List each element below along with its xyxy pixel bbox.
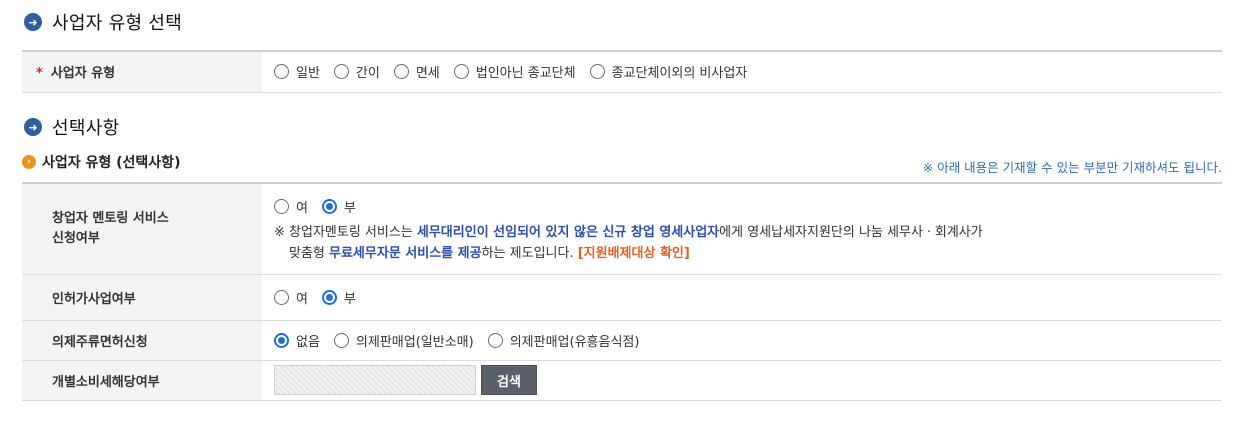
radio-circle[interactable]: [274, 199, 289, 215]
radio-business-religious-nonprofit[interactable]: 법인아닌 종교단체: [453, 62, 576, 82]
radio-circle[interactable]: [453, 64, 469, 80]
note-highlight: 무료세무자문 서비스를 제공: [329, 246, 482, 262]
note-text: 에게 영세납세자지원단의 나눔 세무사ㆍ회계사가: [719, 225, 983, 241]
required-mark: *: [36, 66, 43, 82]
business-type-options-cell: 일반 간이 면세 법인아닌 종교단체 종교단체이외의 비사업자: [262, 51, 1222, 93]
section-title-optional: ➜ 선택사항: [24, 115, 119, 139]
section-title-business-type: ➜ 사업자 유형 선택: [24, 10, 182, 34]
liquor-label-cell: 의제주류면허신청: [22, 320, 262, 361]
radio-circle[interactable]: [321, 289, 337, 305]
arrow-right-circle-icon: ➜: [24, 118, 42, 136]
note-text: 맞춤형: [289, 246, 330, 262]
consumption-tax-label: 개별소비세해당여부: [52, 374, 160, 390]
radio-label: 간이: [355, 66, 380, 82]
liquor-label: 의제주류면허신청: [52, 334, 148, 350]
radio-circle[interactable]: [274, 289, 289, 305]
radio-label: 여: [296, 291, 308, 307]
radio-label: 의제판매업(일반소매): [355, 334, 474, 350]
mentoring-label-line1: 창업자 멘토링 서비스: [52, 210, 169, 226]
mentoring-label-line2: 신청여부: [52, 230, 100, 246]
sub-title-text: 사업자 유형 (선택사항): [42, 155, 181, 171]
radio-mentoring-yes[interactable]: 여: [274, 197, 308, 216]
note-highlight: 세무대리인이 선임되어 있지 않은 신규 창업 영세사업자: [416, 225, 720, 241]
radio-circle[interactable]: [274, 332, 289, 348]
note-text: ※ 창업자멘토링 서비스는: [274, 225, 417, 241]
radio-label: 법인아닌 종교단체: [475, 66, 576, 82]
radio-circle[interactable]: [393, 64, 409, 80]
radio-circle[interactable]: [274, 64, 289, 80]
radio-liquor-none[interactable]: 없음: [274, 331, 320, 350]
license-value-cell: 여 부: [262, 274, 1222, 321]
radio-liquor-entertainment[interactable]: 의제판매업(유흥음식점): [487, 331, 640, 350]
business-type-label-cell: * 사업자 유형: [22, 51, 262, 93]
consumption-tax-value-cell: 검색: [262, 360, 1222, 401]
license-label: 인허가사업여부: [52, 291, 136, 307]
note-text: 하는 제도입니다.: [481, 246, 578, 262]
consumption-tax-label-cell: 개별소비세해당여부: [22, 360, 262, 401]
mentoring-note: ※ 창업자멘토링 서비스는 세무대리인이 선임되어 있지 않은 신규 창업 영세…: [274, 222, 1222, 264]
radio-circle[interactable]: [333, 332, 349, 348]
exclusion-check-link[interactable]: [지원배제대상 확인]: [578, 246, 690, 261]
radio-label: 부: [343, 291, 356, 307]
radio-license-no[interactable]: 부: [321, 288, 356, 307]
mentoring-value-cell: 여 부 ※ 창업자멘토링 서비스는 세무대리인이 선임되어 있지 않은 신규 창…: [262, 183, 1222, 275]
radio-circle[interactable]: [589, 64, 605, 80]
section-title-text: 선택사항: [52, 118, 120, 139]
arrow-right-circle-icon: ➜: [24, 13, 42, 31]
liquor-radio-group: 없음 의제판매업(일반소매) 의제판매업(유흥음식점): [274, 331, 1222, 350]
sub-title: › 사업자 유형 (선택사항): [22, 152, 180, 172]
business-type-table: * 사업자 유형 일반 간이 면세 법인아닌 종교단체 종교단체이외의 비사업자: [22, 50, 1222, 93]
business-type-radio-group: 일반 간이 면세 법인아닌 종교단체 종교단체이외의 비사업자: [274, 62, 1222, 81]
liquor-value-cell: 없음 의제판매업(일반소매) 의제판매업(유흥음식점): [262, 320, 1222, 361]
radio-circle[interactable]: [487, 332, 503, 348]
mentoring-note-line2: 맞춤형 무료세무자문 서비스를 제공하는 제도입니다. [지원배제대상 확인]: [274, 243, 1222, 264]
radio-business-exempt[interactable]: 면세: [393, 62, 440, 82]
radio-label: 의제판매업(유흥음식점): [509, 334, 640, 350]
radio-label: 일반: [296, 66, 320, 82]
radio-business-simplified[interactable]: 간이: [333, 62, 380, 82]
radio-business-non-business[interactable]: 종교단체이외의 비사업자: [589, 62, 748, 82]
mentoring-radio-group: 여 부: [274, 197, 1222, 216]
radio-business-general[interactable]: 일반: [274, 62, 320, 81]
radio-label: 부: [343, 201, 356, 217]
search-button[interactable]: 검색: [481, 365, 537, 395]
license-radio-group: 여 부: [274, 288, 1222, 307]
optional-table: 창업자 멘토링 서비스 신청여부 여 부 ※ 창업자멘토링 서비스는 세무대리인…: [22, 182, 1222, 401]
radio-circle[interactable]: [321, 199, 337, 215]
mentoring-note-line1: ※ 창업자멘토링 서비스는 세무대리인이 선임되어 있지 않은 신규 창업 영세…: [274, 222, 1222, 243]
radio-label: 여: [296, 201, 308, 217]
consumption-tax-input[interactable]: [274, 365, 476, 395]
radio-label: 없음: [296, 334, 320, 350]
radio-circle[interactable]: [333, 64, 349, 80]
notice-text: ※ 아래 내용은 기재할 수 있는 부분만 기재하셔도 됩니다.: [922, 160, 1222, 175]
radio-label: 종교단체이외의 비사업자: [611, 66, 748, 82]
radio-label: 면세: [415, 66, 440, 82]
mentoring-label-cell: 창업자 멘토링 서비스 신청여부: [22, 183, 262, 275]
radio-mentoring-no[interactable]: 부: [321, 197, 356, 217]
radio-liquor-retail[interactable]: 의제판매업(일반소매): [333, 331, 474, 350]
radio-license-yes[interactable]: 여: [274, 288, 308, 307]
license-label-cell: 인허가사업여부: [22, 274, 262, 321]
chevron-right-circle-icon: ›: [22, 155, 36, 169]
section-title-text: 사업자 유형 선택: [52, 13, 183, 34]
business-type-label: 사업자 유형: [50, 66, 116, 82]
